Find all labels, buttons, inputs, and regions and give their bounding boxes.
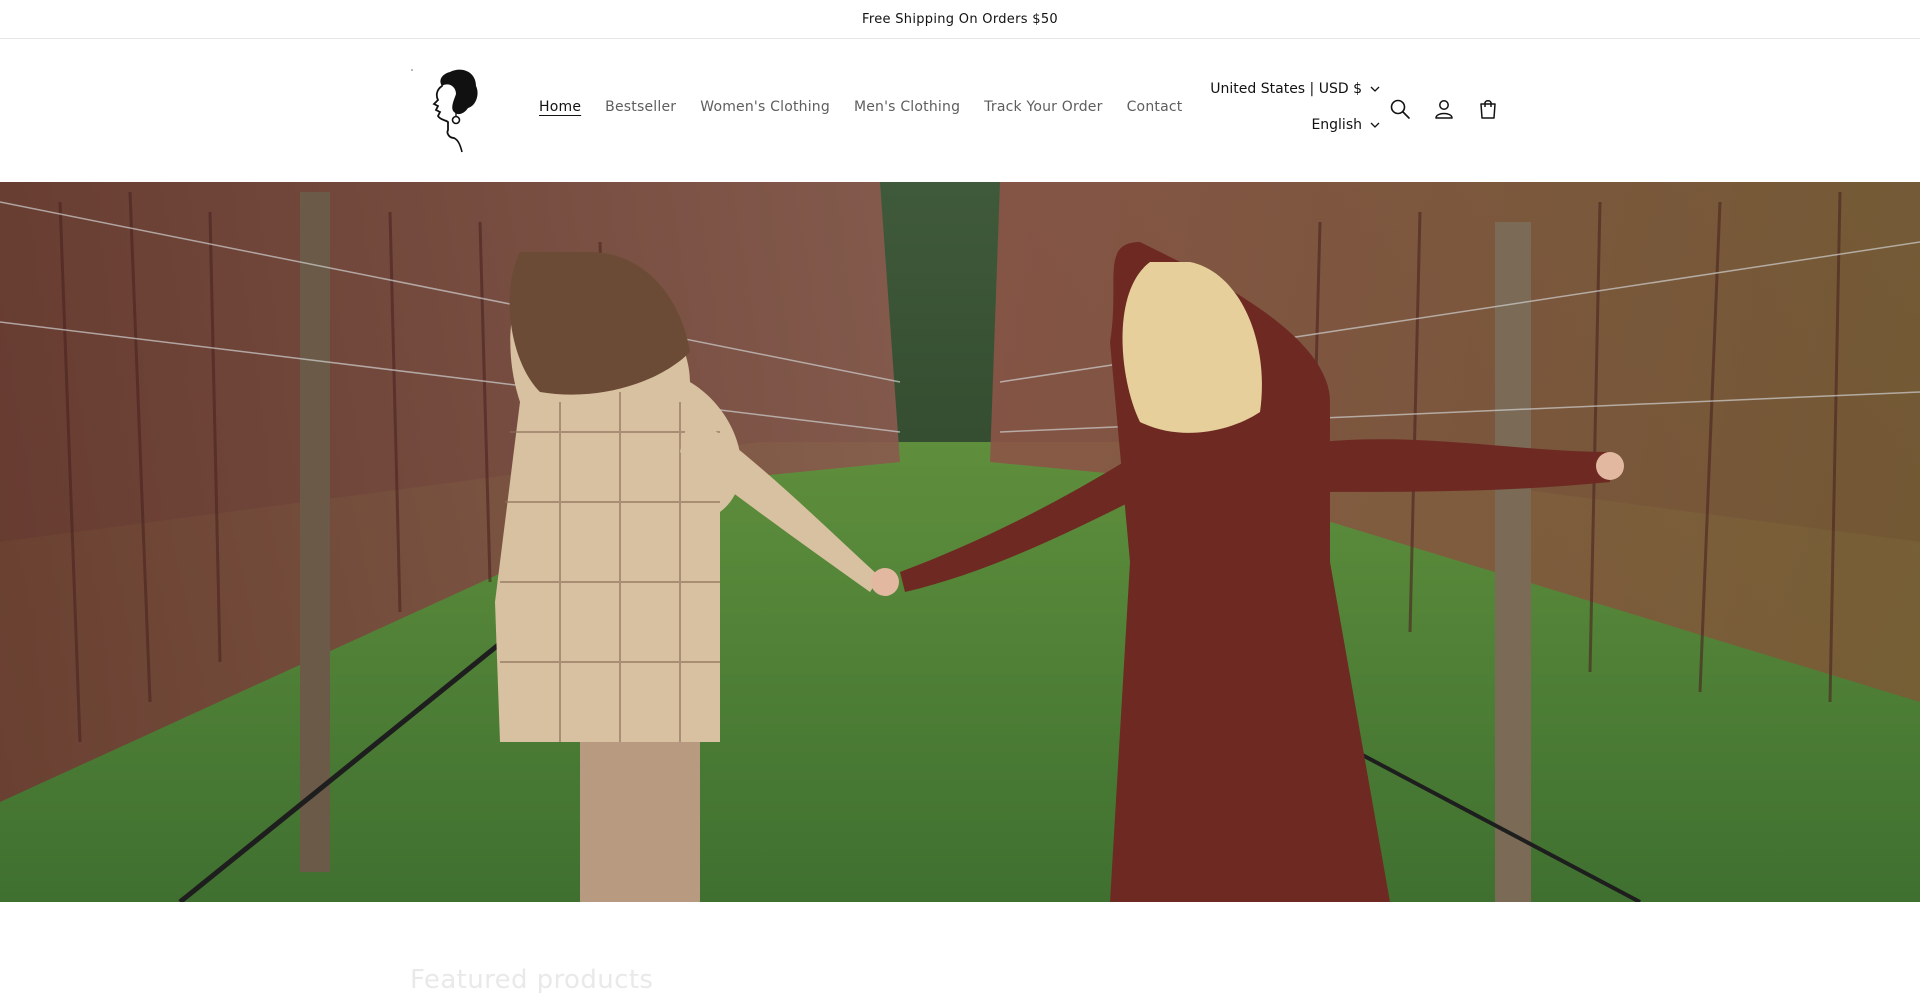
account-icon: [1435, 100, 1453, 119]
hero-banner[interactable]: [0, 182, 1920, 902]
chevron-down-icon: [1370, 122, 1380, 128]
language-selector-label: English: [1311, 117, 1362, 133]
announcement-text: Free Shipping On Orders $50: [862, 11, 1058, 27]
nav-mens-clothing[interactable]: Men's Clothing: [842, 99, 972, 115]
nav-home[interactable]: Home: [527, 99, 593, 115]
announcement-bar: Free Shipping On Orders $50: [0, 0, 1920, 39]
nav-bestseller[interactable]: Bestseller: [593, 99, 688, 115]
chevron-down-icon: [1370, 86, 1380, 92]
cart-button[interactable]: [1476, 97, 1500, 121]
nav-womens-clothing[interactable]: Women's Clothing: [688, 99, 842, 115]
country-selector[interactable]: United States | USD $: [1210, 81, 1380, 97]
cart-icon: [1480, 100, 1496, 119]
account-button[interactable]: [1432, 97, 1456, 121]
localization-selectors: United States | USD $ English: [1210, 81, 1380, 133]
nav-track-order[interactable]: Track Your Order: [972, 99, 1114, 115]
header-icons: [1388, 97, 1500, 121]
country-selector-label: United States | USD $: [1210, 81, 1362, 97]
search-button[interactable]: [1388, 97, 1412, 121]
nav-contact[interactable]: Contact: [1115, 99, 1195, 115]
store-logo[interactable]: [410, 64, 490, 156]
hero-image: [0, 182, 1920, 902]
featured-products-heading: Featured products: [410, 965, 654, 993]
search-icon: [1390, 99, 1410, 119]
main-navigation: Home Bestseller Women's Clothing Men's C…: [527, 99, 1194, 115]
language-selector[interactable]: English: [1311, 117, 1380, 133]
site-header: Home Bestseller Women's Clothing Men's C…: [0, 39, 1920, 182]
woman-silhouette-logo-icon: [411, 69, 478, 153]
